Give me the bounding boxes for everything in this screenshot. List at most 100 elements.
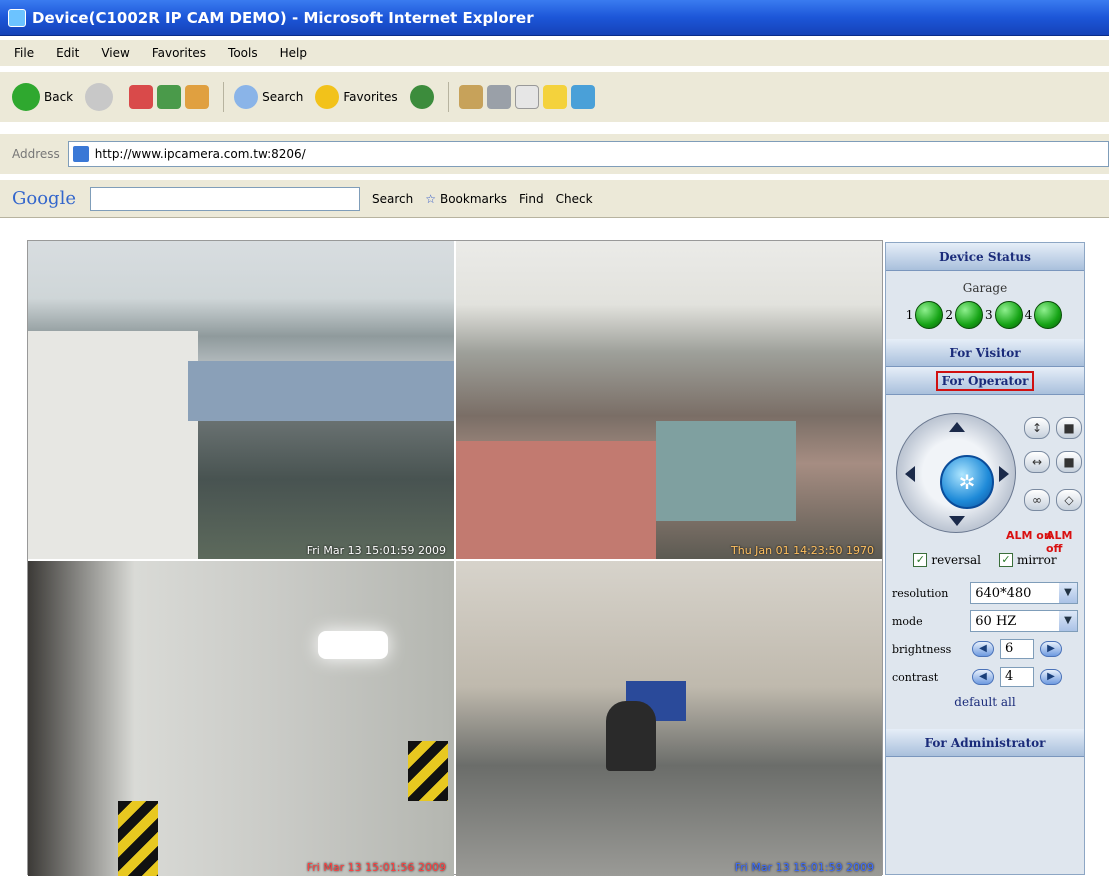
print-icon[interactable] (486, 85, 511, 109)
camera-view-2[interactable]: Thu Jan 01 14:23:50 1970 (456, 241, 882, 559)
brightness-decrease-button[interactable]: ◀ (972, 641, 994, 657)
resolution-row: resolution 640*480 ▼ (892, 581, 1078, 605)
contrast-row: contrast ◀ 4 ▶ (892, 665, 1078, 689)
alarm-off-label: ALM off (1046, 529, 1073, 555)
brightness-value: 6 (1000, 639, 1034, 659)
address-url: http://www.ipcamera.com.tw:8206/ (94, 147, 306, 161)
vertical-patrol-button[interactable]: ↕ (1024, 417, 1050, 439)
roof-block (188, 361, 454, 421)
favorites-button[interactable]: Favorites (315, 85, 398, 109)
mail-icon[interactable] (458, 85, 483, 109)
brightness-label: brightness (892, 642, 952, 656)
reversal-checkbox[interactable]: ✓ reversal (913, 553, 981, 567)
refresh-icon[interactable] (157, 85, 182, 109)
stop-vertical-button[interactable]: ■ (1056, 417, 1082, 439)
arrow-up-icon[interactable] (949, 422, 965, 432)
menu-bar: File Edit View Favorites Tools Help (0, 40, 1109, 66)
ceiling-light (318, 631, 388, 659)
checkmark-icon: ✓ (998, 553, 1013, 567)
toolbar-separator (223, 82, 225, 112)
address-bar: Address http://www.ipcamera.com.tw:8206/ (0, 134, 1109, 174)
google-search-button[interactable]: Search (372, 192, 413, 206)
camera-grid: Fri Mar 13 15:01:59 2009 Thu Jan 01 14:2… (27, 240, 883, 876)
alarm-on-button[interactable]: ∞ (1024, 489, 1050, 511)
menu-edit[interactable]: Edit (56, 46, 79, 60)
mode-select[interactable]: 60 HZ ▼ (970, 610, 1078, 632)
notes-icon[interactable] (542, 85, 567, 109)
resolution-label: resolution (892, 586, 949, 600)
ptz-control: ✲ ↕ ■ ↔ ■ ∞ ◇ ALM on ALM off (886, 405, 1084, 555)
contrast-value: 4 (1000, 667, 1034, 687)
menu-help[interactable]: Help (280, 46, 307, 60)
menu-tools[interactable]: Tools (228, 46, 258, 60)
camera-timestamp: Fri Mar 13 15:01:59 2009 (306, 544, 446, 557)
home-icon[interactable] (185, 85, 210, 109)
page-icon (72, 146, 89, 162)
google-search-input[interactable] (89, 186, 360, 211)
contrast-label: contrast (892, 670, 939, 684)
ptz-direction-ring[interactable]: ✲ (896, 413, 1016, 533)
google-check-button[interactable]: Check (556, 192, 593, 206)
for-visitor-link[interactable]: For Visitor (886, 339, 1084, 367)
google-bookmarks-button[interactable]: ☆ Bookmarks (425, 192, 507, 206)
ie-app-icon (8, 8, 26, 27)
address-label: Address (12, 147, 60, 161)
mirror-checkbox[interactable]: ✓ mirror (998, 553, 1057, 567)
default-all-link[interactable]: default all (886, 695, 1084, 709)
google-find-button[interactable]: Find (519, 192, 544, 206)
arrow-left-icon[interactable] (905, 466, 915, 482)
hazard-pillar (408, 741, 448, 801)
device-status-header[interactable]: Device Status (886, 243, 1084, 271)
status-led-icon (955, 301, 983, 329)
brightness-row: brightness ◀ 6 ▶ (892, 637, 1078, 661)
edit-icon[interactable] (514, 85, 539, 109)
alarm-on-label: ALM on (1006, 529, 1052, 542)
title-bar: Device(C1002R IP CAM DEMO) - Microsoft I… (0, 0, 1109, 36)
forward-button[interactable] (85, 83, 117, 111)
toolbar-separator (447, 82, 449, 112)
google-logo: Google (12, 188, 76, 209)
brightness-increase-button[interactable]: ▶ (1040, 641, 1062, 657)
horizontal-patrol-button[interactable]: ↔ (1024, 451, 1050, 473)
status-led-icon (1034, 301, 1063, 329)
back-arrow-icon (12, 83, 40, 111)
status-led-icon (994, 301, 1023, 329)
stop-horizontal-button[interactable]: ■ (1056, 451, 1082, 473)
google-toolbar: Google Search ☆ Bookmarks Find Check (0, 180, 1109, 218)
contrast-increase-button[interactable]: ▶ (1040, 669, 1062, 685)
history-icon[interactable] (409, 85, 434, 109)
building-block (656, 421, 796, 521)
arrow-down-icon[interactable] (949, 516, 965, 526)
camera-timestamp: Thu Jan 01 14:23:50 1970 (731, 544, 874, 557)
address-input[interactable]: http://www.ipcamera.com.tw:8206/ (67, 141, 1109, 167)
chevron-down-icon: ▼ (1059, 583, 1077, 603)
led-label: 2 (945, 308, 953, 322)
camera-view-3[interactable]: Fri Mar 13 15:01:56 2009 (28, 561, 454, 876)
building-block (28, 331, 198, 559)
flip-options: ✓ reversal ✓ mirror (886, 553, 1084, 567)
back-button[interactable]: Back (12, 83, 73, 111)
messenger-icon[interactable] (570, 85, 595, 109)
mode-label: mode (892, 614, 923, 628)
menu-favorites[interactable]: Favorites (152, 46, 206, 60)
control-panel: Device Status Garage 1 2 3 4 For Visitor… (885, 242, 1085, 875)
mode-row: mode 60 HZ ▼ (892, 609, 1078, 633)
camera-view-4[interactable]: Fri Mar 13 15:01:59 2009 (456, 561, 882, 876)
menu-view[interactable]: View (101, 46, 129, 60)
chevron-down-icon: ▼ (1059, 611, 1077, 631)
for-operator-link[interactable]: For Operator (886, 367, 1084, 395)
for-administrator-link[interactable]: For Administrator (886, 729, 1084, 757)
stop-icon[interactable] (129, 85, 154, 109)
search-button[interactable]: Search (234, 85, 303, 109)
page-content: Fri Mar 13 15:01:59 2009 Thu Jan 01 14:2… (0, 220, 1109, 876)
alarm-off-button[interactable]: ◇ (1056, 489, 1082, 511)
toolbar: Back Search Favorites (0, 72, 1109, 122)
menu-file[interactable]: File (14, 46, 34, 60)
arrow-right-icon[interactable] (999, 466, 1009, 482)
status-led-icon (915, 301, 944, 329)
ptz-center-button[interactable]: ✲ (940, 455, 994, 509)
resolution-select[interactable]: 640*480 ▼ (970, 582, 1078, 604)
led-label: 1 (905, 308, 914, 322)
contrast-decrease-button[interactable]: ◀ (972, 669, 994, 685)
camera-view-1[interactable]: Fri Mar 13 15:01:59 2009 (28, 241, 454, 559)
